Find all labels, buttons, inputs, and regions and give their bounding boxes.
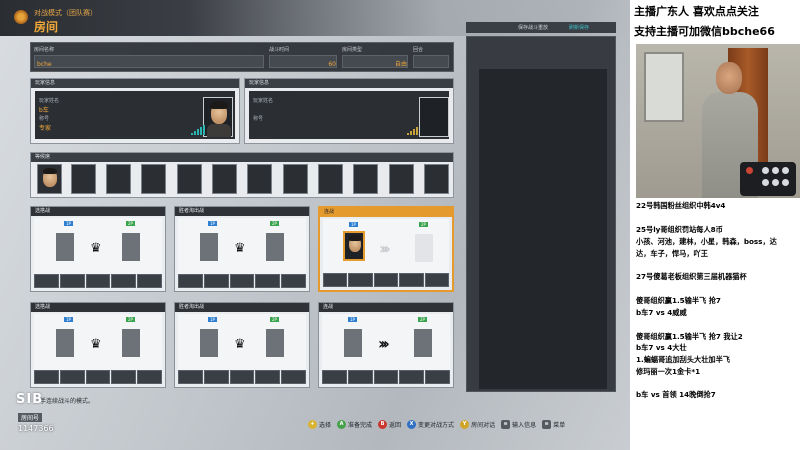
room-name-value: bche bbox=[37, 61, 52, 68]
spectator-slot[interactable] bbox=[283, 164, 308, 194]
match-card-winner-stays[interactable]: 胜者淘出战 1P 2P ♛ bbox=[174, 302, 310, 388]
player-card-right[interactable]: 玩家信息 玩家姓名 称号 bbox=[244, 78, 454, 144]
fighter-portrait bbox=[343, 231, 365, 261]
round-field[interactable]: 回合 bbox=[413, 46, 451, 70]
room-name-field[interactable]: 房间名称 bche bbox=[34, 46, 266, 70]
room-info-panel: 房间名称 bche 战斗时间 60 房间类型 自由 回合 bbox=[30, 42, 454, 72]
replay-list-panel bbox=[466, 36, 616, 392]
player-portrait bbox=[203, 97, 233, 137]
battle-time-value: 60 bbox=[328, 61, 336, 68]
match-card-team-select[interactable]: 选搭战 1P 2P ♛ bbox=[30, 302, 166, 388]
room-type-value: 自由 bbox=[394, 61, 407, 68]
match-title: 连战 bbox=[320, 208, 452, 217]
note-line: b车 vs 首领 14晚倒抢7 bbox=[636, 390, 716, 399]
arcade-stick bbox=[740, 162, 796, 196]
room-number-label: 房间号 bbox=[18, 413, 43, 422]
room-type-field[interactable]: 房间类型 自由 bbox=[342, 46, 410, 70]
player-name: b车 bbox=[39, 107, 49, 114]
change-mode-button[interactable]: X 变更对战方式 bbox=[407, 420, 454, 429]
spectator-slot[interactable] bbox=[247, 164, 272, 194]
match-card-streak[interactable]: 连战 1P 2P ››› bbox=[318, 302, 454, 388]
note-line: 傻哥组织赢1.5输半飞 抢7 我让2 bbox=[636, 332, 743, 341]
crown-icon: ♛ bbox=[90, 241, 102, 256]
note-line: 22号韩国粉丝组织中韩4v4 bbox=[636, 201, 726, 210]
overlay-line-2: 支持主播可加微信bbche66 bbox=[634, 25, 775, 38]
mode-description: 手连续战斗的模式。 bbox=[40, 398, 95, 405]
note-line: 小孩、河池，建林，小星，韩森，boss，达 bbox=[636, 237, 777, 246]
menu-icon: ≡ bbox=[542, 420, 552, 429]
note-line: 修玛丽一次1金卡*1 bbox=[636, 367, 701, 376]
dpad-icon: + bbox=[308, 420, 317, 429]
note-line: 27号傻葛老板组织第三届机器猫杯 bbox=[636, 272, 747, 281]
room-chat-button[interactable]: Y 房间对话 bbox=[460, 420, 495, 429]
empty-portrait bbox=[419, 97, 449, 137]
match-card-streak-selected[interactable]: 连战 1P 2P ››› bbox=[318, 206, 454, 292]
player-card-header: 玩家信息 bbox=[245, 79, 453, 88]
chevron-right-icon: ››› bbox=[379, 239, 391, 258]
input-info-button[interactable]: ≡ 输入信息 bbox=[501, 420, 536, 429]
note-line: b车7 vs 4威威 bbox=[636, 308, 687, 317]
ready-button[interactable]: A 准备完成 bbox=[337, 420, 372, 429]
button-prompt-bar: + 选择 A 准备完成 B 返回 X 变更对战方式 Y 房间对话 ≡ 输入信息 … bbox=[308, 420, 565, 429]
b-button-icon: B bbox=[378, 420, 388, 429]
game-screen: 对战模式（团队赛） 房间 房间名称 bche 战斗时间 60 房间类型 自由 回… bbox=[0, 0, 630, 450]
webcam-feed bbox=[636, 44, 800, 198]
note-line: 达，车子，悍马，吖王 bbox=[636, 249, 708, 258]
spectator-slot[interactable] bbox=[37, 164, 62, 194]
view-button-icon: ≡ bbox=[501, 420, 511, 429]
note-line: 1.蝙蝠哥追加刮头大壮加半飞 bbox=[636, 355, 730, 364]
match-title: 连战 bbox=[319, 303, 453, 312]
spectator-slot[interactable] bbox=[212, 164, 237, 194]
stream-logo: SIB bbox=[16, 392, 44, 407]
crown-icon: ♛ bbox=[234, 337, 246, 352]
player-rank: 专家 bbox=[39, 125, 52, 132]
match-title: 胜者淘出战 bbox=[175, 207, 309, 216]
note-line: 傻哥组织赢1.5输半飞 抢7 bbox=[636, 296, 721, 305]
chevron-right-icon: ››› bbox=[378, 334, 390, 353]
spectator-panel: 等候席 bbox=[30, 152, 454, 198]
menu-button[interactable]: ≡ 菜单 bbox=[542, 420, 565, 429]
spectator-header: 等候席 bbox=[31, 153, 453, 162]
spectator-slot[interactable] bbox=[106, 164, 131, 194]
player-card-header: 玩家信息 bbox=[31, 79, 239, 88]
overlay-line-1: 主播广东人 喜欢点点关注 bbox=[634, 5, 759, 18]
match-title: 选搭战 bbox=[31, 303, 165, 312]
match-title: 胜者淘出战 bbox=[175, 303, 309, 312]
match-card-team-select[interactable]: 选搭战 1P 2P ♛ bbox=[30, 206, 166, 292]
x-button-icon: X bbox=[407, 420, 417, 429]
crown-icon: ♛ bbox=[234, 241, 246, 256]
player-card-left[interactable]: 玩家信息 玩家姓名 b车 称号 专家 bbox=[30, 78, 240, 144]
y-button-icon: Y bbox=[460, 420, 470, 429]
signal-strength-icon bbox=[191, 125, 205, 135]
spectator-slot[interactable] bbox=[389, 164, 414, 194]
game-logo-icon bbox=[14, 10, 28, 24]
back-button[interactable]: B 返回 bbox=[378, 420, 401, 429]
select-button[interactable]: + 选择 bbox=[308, 420, 331, 429]
page-title: 房间 bbox=[34, 20, 59, 34]
crown-icon: ♛ bbox=[90, 337, 102, 352]
room-number: 1147366 bbox=[18, 424, 54, 433]
note-line: 25号ly哥组织罚站每人8币 bbox=[636, 225, 723, 234]
note-line: b车7 vs 4大壮 bbox=[636, 343, 687, 352]
battle-time-field[interactable]: 战斗时间 60 bbox=[269, 46, 339, 70]
spectator-slot[interactable] bbox=[353, 164, 378, 194]
save-replay-bar: 保存战斗重放 刷新保存 bbox=[466, 22, 616, 33]
spectator-slot[interactable] bbox=[71, 164, 96, 194]
signal-strength-icon bbox=[407, 127, 418, 135]
save-replay-button[interactable]: 保存战斗重放 bbox=[518, 24, 548, 31]
spectator-slot[interactable] bbox=[424, 164, 449, 194]
replay-list[interactable] bbox=[479, 69, 607, 389]
spectator-slot[interactable] bbox=[177, 164, 202, 194]
refresh-save-button[interactable]: 刷新保存 bbox=[569, 24, 589, 31]
mode-title: 对战模式（团队赛） bbox=[34, 9, 97, 17]
match-title: 选搭战 bbox=[31, 207, 165, 216]
spectator-slot[interactable] bbox=[318, 164, 343, 194]
spectator-slot[interactable] bbox=[141, 164, 166, 194]
a-button-icon: A bbox=[337, 420, 347, 429]
match-card-winner-stays[interactable]: 胜者淘出战 1P 2P ♛ bbox=[174, 206, 310, 292]
